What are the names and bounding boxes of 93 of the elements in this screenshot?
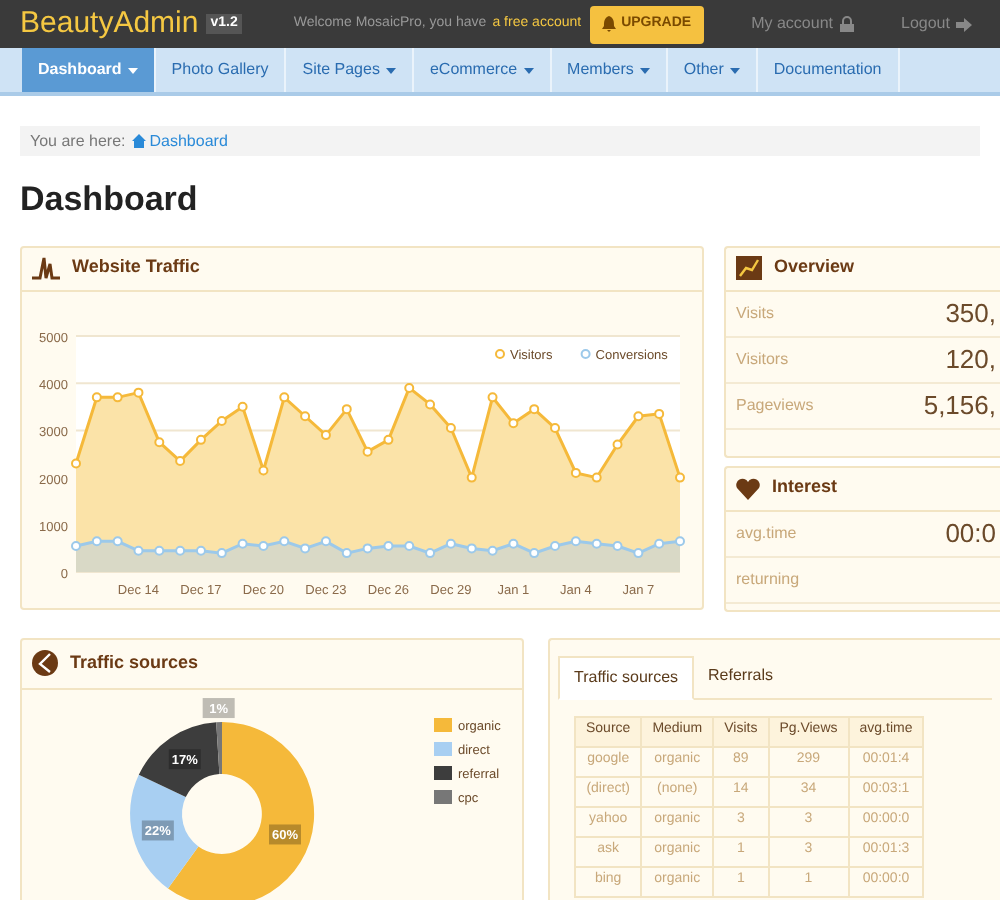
- data-point: [279, 391, 290, 402]
- data-point: [487, 544, 498, 555]
- data-point: [133, 544, 144, 555]
- data-point: [591, 471, 602, 482]
- home-icon: [131, 134, 146, 148]
- data-point: [466, 542, 477, 553]
- logo[interactable]: BeautyAdmin: [20, 1, 199, 47]
- data-point: [279, 535, 290, 546]
- data-point: [258, 464, 269, 475]
- data-point: [237, 400, 248, 411]
- data-point: [550, 540, 561, 551]
- data-point: [508, 537, 519, 548]
- my-account-link[interactable]: My account: [751, 12, 853, 36]
- stat-value: 350,: [945, 295, 996, 332]
- nav-tab[interactable]: Members: [551, 48, 668, 92]
- nav-tab[interactable]: Site Pages: [286, 48, 414, 92]
- data-point: [633, 547, 644, 558]
- data-point: [216, 547, 227, 558]
- panel-title: Interest: [772, 474, 838, 501]
- breadcrumb-link[interactable]: Dashboard: [131, 129, 228, 153]
- stat-value: 5,156,: [923, 387, 996, 424]
- tab[interactable]: Referrals: [694, 655, 787, 697]
- nav-tab[interactable]: eCommerce: [413, 48, 552, 92]
- data-point: [300, 542, 311, 553]
- data-point: [112, 535, 123, 546]
- data-point: [237, 537, 248, 548]
- breadcrumb-label: You are here:: [30, 129, 126, 153]
- data-point: [612, 540, 623, 551]
- data-point: [175, 455, 186, 466]
- heart-icon: [736, 477, 760, 499]
- data-point: [508, 417, 519, 428]
- data-point: [404, 381, 415, 392]
- data-point: [341, 547, 352, 558]
- data-point: [529, 547, 540, 558]
- data-point: [71, 540, 81, 551]
- data-point: [445, 422, 456, 433]
- data-point: [362, 445, 373, 456]
- logout-link[interactable]: Logout: [901, 12, 972, 36]
- data-point: [91, 535, 102, 546]
- lock-icon: [839, 16, 853, 32]
- stat-label: avg.time: [736, 521, 797, 545]
- data-point: [404, 540, 415, 551]
- nav-tab[interactable]: Photo Gallery: [155, 48, 287, 92]
- data-point: [487, 391, 498, 402]
- data-point: [341, 403, 352, 414]
- stat-label: returning: [736, 567, 800, 591]
- data-point: [591, 537, 602, 548]
- data-point: [425, 547, 436, 558]
- stat-label: Pageviews: [736, 393, 814, 417]
- tab[interactable]: Traffic sources: [558, 655, 695, 699]
- panel-title: Traffic sources: [70, 649, 199, 676]
- data-point: [362, 542, 373, 553]
- data-point: [133, 386, 144, 397]
- data-point: [570, 535, 581, 546]
- data-point: [112, 391, 123, 402]
- data-point: [258, 540, 269, 551]
- nav-tab[interactable]: Other: [667, 48, 758, 92]
- data-point: [445, 537, 456, 548]
- data-point: [154, 436, 165, 447]
- data-point: [654, 407, 665, 418]
- pulse-icon: [32, 256, 60, 280]
- data-point: [633, 410, 644, 421]
- data-point: [383, 540, 394, 551]
- data-point: [91, 391, 102, 402]
- chart-icon: [736, 256, 762, 280]
- nav-tab[interactable]: Documentation: [757, 48, 900, 92]
- stat-label: Visitors: [736, 347, 789, 371]
- stat-value: 00:0: [945, 515, 996, 552]
- data-point: [320, 429, 331, 440]
- nav-tab[interactable]: Dashboard: [22, 48, 156, 92]
- data-point: [529, 403, 540, 414]
- data-point: [195, 544, 206, 555]
- data-point: [675, 535, 685, 546]
- data-point: [425, 398, 436, 409]
- data-point: [570, 466, 581, 477]
- stat-label: Visits: [736, 301, 774, 325]
- data-point: [612, 438, 623, 449]
- stat-value: 120,: [945, 341, 996, 378]
- data-point: [154, 544, 165, 555]
- data-point: [195, 433, 206, 444]
- data-point: [216, 414, 227, 425]
- arrow-icon: [955, 17, 972, 31]
- data-point: [654, 537, 665, 548]
- data-point: [550, 422, 561, 433]
- panel-title: Website Traffic: [72, 254, 200, 281]
- data-point: [383, 433, 394, 444]
- page-title: Dashboard: [20, 178, 200, 222]
- data-point: [175, 544, 186, 555]
- data-point: [466, 471, 477, 482]
- data-point: [300, 410, 311, 421]
- bell-icon: [601, 16, 616, 32]
- panel-title: Overview: [774, 254, 855, 281]
- data-point: [320, 535, 331, 546]
